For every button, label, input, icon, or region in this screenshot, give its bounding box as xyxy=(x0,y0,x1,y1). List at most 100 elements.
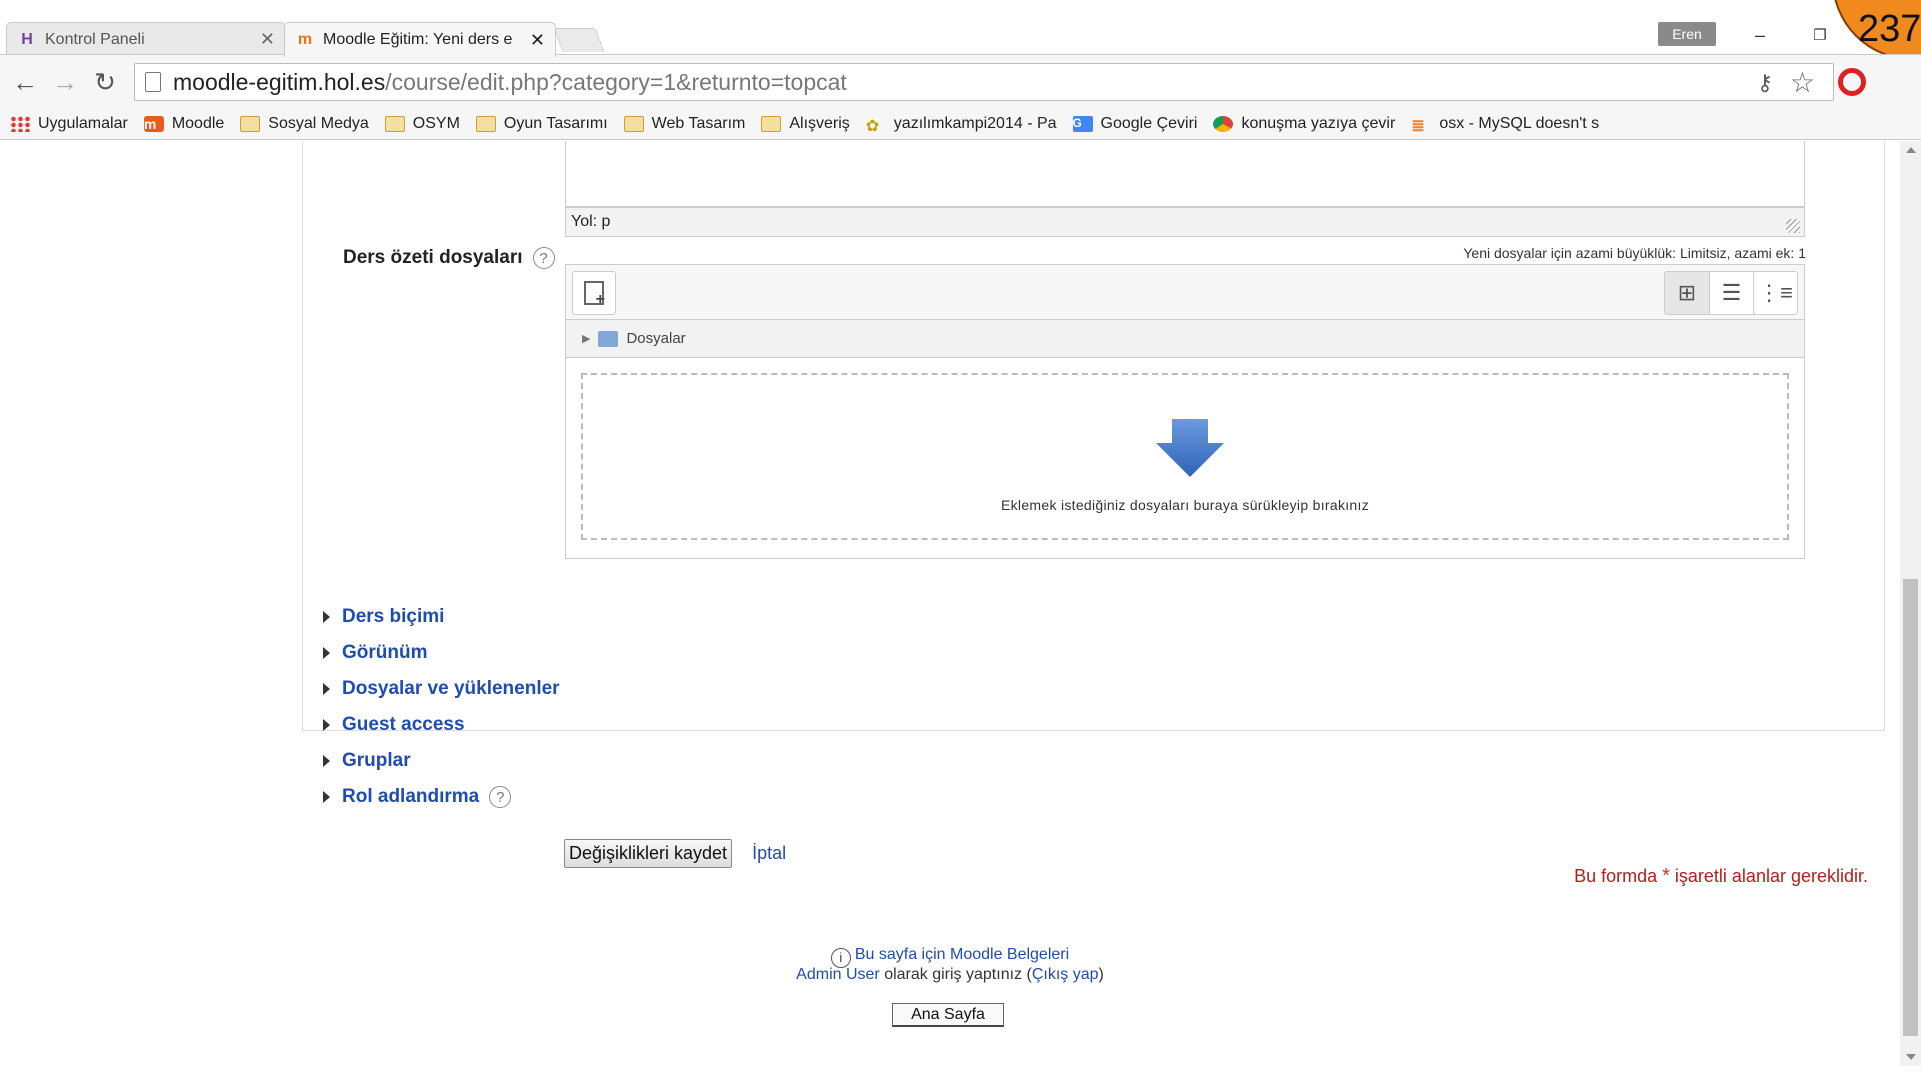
view-tree-button[interactable]: ⋮≡ xyxy=(1753,272,1797,314)
section-gorunum[interactable]: Görünüm xyxy=(323,635,560,671)
filemanager-toolbar: ⊞ ☰ ⋮≡ xyxy=(565,264,1805,320)
view-switcher: ⊞ ☰ ⋮≡ xyxy=(1664,271,1798,315)
new-tab-button[interactable] xyxy=(553,28,605,52)
bookmark-label: OSYM xyxy=(412,114,460,132)
editor-path-bar: Yol: p xyxy=(565,207,1805,237)
section-dosyalar[interactable]: Dosyalar ve yüklenenler xyxy=(323,671,560,707)
bookmark-uygulamalar[interactable]: Uygulamalar xyxy=(10,115,128,133)
tab-title: Moodle Eğitim: Yeni ders e xyxy=(323,31,513,48)
hostinger-icon: H xyxy=(21,30,33,48)
bookmark-sosyal-medya[interactable]: Sosyal Medya xyxy=(240,115,369,133)
folder-icon xyxy=(598,330,619,347)
drop-zone[interactable]: Eklemek istediğiniz dosyaları buraya sür… xyxy=(581,373,1789,540)
chrome-icon xyxy=(1213,115,1234,132)
collapsed-sections: Ders biçimi Görünüm Dosyalar ve yüklenen… xyxy=(323,599,560,815)
caret-right-icon xyxy=(323,611,330,623)
download-arrow-icon xyxy=(1156,419,1224,477)
key-icon[interactable]: ⚷ xyxy=(1757,70,1773,96)
files-field-label: Ders özeti dosyaları ? xyxy=(343,247,555,269)
add-file-icon xyxy=(584,281,605,309)
scroll-up-icon[interactable] xyxy=(1906,147,1916,153)
bookmark-web-tasarim[interactable]: Web Tasarım xyxy=(623,114,746,133)
save-changes-button[interactable]: Değişiklikleri kaydet xyxy=(564,839,733,868)
profile-button[interactable]: Eren xyxy=(1658,22,1716,46)
section-rol-adlandirma[interactable]: Rol adlandırma? xyxy=(323,779,560,815)
folder-icon xyxy=(240,115,261,132)
expand-triangle-icon[interactable]: ▶ xyxy=(582,332,590,345)
bookmark-label: Moodle xyxy=(171,114,225,132)
scroll-down-icon[interactable] xyxy=(1906,1054,1916,1060)
reload-icon[interactable]: ↻ xyxy=(88,65,122,99)
tab-moodle[interactable]: m Moodle Eğitim: Yeni ders e ✕ xyxy=(284,22,556,57)
address-bar[interactable]: moodle-egitim.hol.es/course/edit.php?cat… xyxy=(134,63,1834,101)
moodle-docs-link[interactable]: Bu sayfa için Moodle Belgeleri xyxy=(855,946,1069,963)
back-arrow-icon[interactable]: ← xyxy=(8,65,42,99)
page-icon xyxy=(145,72,161,92)
window-bottom-edge xyxy=(0,1066,1921,1080)
bookmark-moodle[interactable]: m Moodle xyxy=(143,114,225,133)
bookmark-yazilimkampi[interactable]: ✿ yazılımkampi2014 - Pa xyxy=(865,114,1057,135)
folder-icon xyxy=(761,115,782,132)
bookmark-label: Sosyal Medya xyxy=(268,114,369,132)
bookmark-label: konuşma yazıya çevir xyxy=(1241,114,1396,132)
required-note-text: Bu formda xyxy=(1574,866,1663,886)
help-icon[interactable]: ? xyxy=(532,247,555,269)
section-gruplar[interactable]: Gruplar xyxy=(323,743,560,779)
required-fields-note: Bu formda * işaretli alanlar gereklidir. xyxy=(1574,865,1868,888)
minimize-icon[interactable]: – xyxy=(1740,20,1780,50)
restore-icon[interactable]: ❐ xyxy=(1800,20,1840,50)
section-label: Guest access xyxy=(342,714,465,735)
caret-right-icon xyxy=(323,791,330,803)
bookmark-label: yazılımkampi2014 - Pa xyxy=(893,114,1057,132)
overlay-badge: 237 xyxy=(1832,0,1921,60)
page-scrollbar[interactable] xyxy=(1900,141,1921,1066)
bookmark-label: osx - MySQL doesn't s xyxy=(1439,114,1600,132)
folder-icon xyxy=(384,115,405,132)
add-file-button[interactable] xyxy=(572,271,616,315)
scroll-thumb[interactable] xyxy=(1903,579,1918,1036)
bookmark-konusma[interactable]: konuşma yazıya çevir xyxy=(1213,115,1395,133)
tab-title: Kontrol Paneli xyxy=(45,30,145,48)
close-icon[interactable]: ✕ xyxy=(260,29,275,50)
cancel-link[interactable]: İptal xyxy=(752,843,786,864)
section-ders-bicimi[interactable]: Ders biçimi xyxy=(323,599,560,635)
forward-arrow-icon[interactable]: → xyxy=(48,65,82,99)
page-content: Yol: p Ders özeti dosyaları ? Yeni dosya… xyxy=(0,141,1900,1066)
filemanager-body: Eklemek istediğiniz dosyaları buraya sür… xyxy=(565,358,1805,559)
summary-editor[interactable] xyxy=(565,141,1805,207)
home-button[interactable]: Ana Sayfa xyxy=(892,1003,1004,1027)
logged-in-text: olarak giriş yaptınız ( xyxy=(879,966,1032,983)
url-text: moodle-egitim.hol.es/course/edit.php?cat… xyxy=(173,69,847,96)
required-marker: * xyxy=(1662,865,1670,887)
opera-icon[interactable] xyxy=(1838,68,1866,96)
resize-grip-icon[interactable] xyxy=(1786,219,1800,233)
max-size-note: Yeni dosyalar için azami büyüklük: Limit… xyxy=(1463,245,1806,261)
view-icons-button[interactable]: ⊞ xyxy=(1665,272,1709,314)
close-icon[interactable]: ✕ xyxy=(530,30,545,51)
paw-icon: ✿ xyxy=(865,117,880,135)
logout-link[interactable]: Çıkış yap xyxy=(1032,966,1099,983)
filemanager-path[interactable]: ▶ Dosyalar xyxy=(565,320,1805,358)
section-label: Rol adlandırma xyxy=(342,786,480,807)
help-icon[interactable]: ? xyxy=(489,786,512,808)
section-label: Dosyalar ve yüklenenler xyxy=(342,678,560,699)
section-guest-access[interactable]: Guest access xyxy=(323,707,560,743)
bookmark-alisveris[interactable]: Alışveriş xyxy=(761,115,850,133)
browser-toolbar: ← → ↻ moodle-egitim.hol.es/course/edit.p… xyxy=(0,54,1921,108)
tab-strip: H Kontrol Paneli ✕ m Moodle Eğitim: Yeni… xyxy=(0,0,1921,60)
section-label: Gruplar xyxy=(342,750,411,771)
star-icon[interactable]: ☆ xyxy=(1790,66,1815,99)
view-list-button[interactable]: ☰ xyxy=(1709,272,1753,314)
bookmark-label: Oyun Tasarımı xyxy=(503,114,608,132)
bookmark-osym[interactable]: OSYM xyxy=(384,114,460,133)
bookmark-label: Web Tasarım xyxy=(651,114,746,132)
bookmark-google-ceviri[interactable]: G Google Çeviri xyxy=(1072,115,1197,133)
moodle-icon: m xyxy=(297,31,313,48)
url-host: moodle-egitim.hol.es xyxy=(173,68,386,95)
tab-kontrol-paneli[interactable]: H Kontrol Paneli ✕ xyxy=(6,22,286,56)
caret-right-icon xyxy=(323,647,330,659)
page-footer: i Bu sayfa için Moodle Belgeleri Admin Us… xyxy=(0,946,1900,986)
user-profile-link[interactable]: Admin User xyxy=(796,966,880,983)
bookmark-osx-mysql[interactable]: ≣ osx - MySQL doesn't s xyxy=(1411,114,1600,135)
bookmark-oyun-tasarimi[interactable]: Oyun Tasarımı xyxy=(475,114,608,133)
